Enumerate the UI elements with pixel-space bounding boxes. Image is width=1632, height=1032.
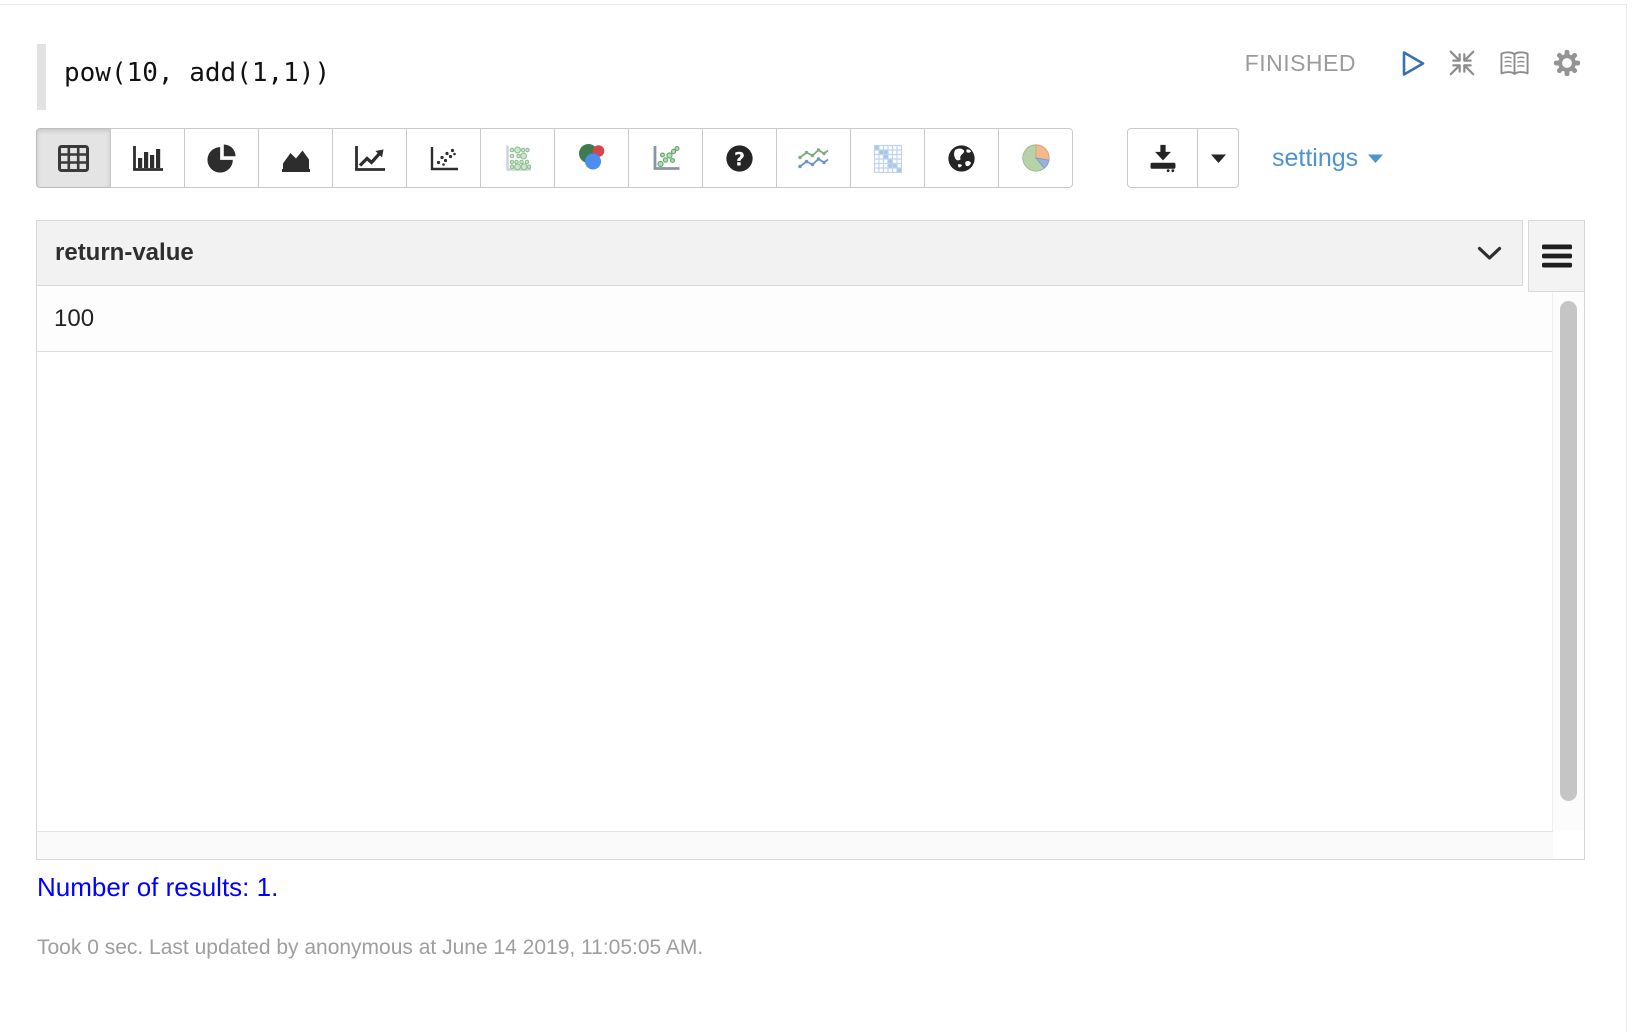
gear-button[interactable]	[1552, 48, 1582, 78]
book-icon	[1498, 49, 1531, 78]
viz-button-heatmap-matrix[interactable]	[850, 128, 925, 188]
viz-button-area-chart[interactable]	[258, 128, 333, 188]
table-menu-button[interactable]	[1528, 220, 1585, 292]
code-editor[interactable]: pow(10, add(1,1))	[37, 44, 330, 110]
help-icon: ?	[725, 144, 754, 173]
vertical-scrollbar[interactable]	[1552, 293, 1584, 831]
table-icon	[58, 145, 89, 172]
column-header-return-value[interactable]: return-value	[36, 220, 1523, 286]
collapse-icon	[1447, 48, 1477, 78]
viz-button-pastel-pie-chart[interactable]	[998, 128, 1073, 188]
viz-button-scatter-chart[interactable]	[406, 128, 481, 188]
paragraph-footer: Took 0 sec. Last updated by anonymous at…	[37, 936, 703, 960]
results-summary: Number of results: 1.	[37, 872, 278, 903]
viz-button-globe-map[interactable]	[924, 128, 999, 188]
vertical-scrollbar-thumb[interactable]	[1560, 301, 1577, 801]
settings-label: settings	[1272, 144, 1358, 173]
scatter-chart-icon	[429, 145, 459, 172]
chevron-down-icon	[1477, 246, 1502, 261]
viz-button-pie-chart[interactable]	[184, 128, 259, 188]
viz-toolbar: ?	[36, 128, 1073, 188]
viz-button-help[interactable]: ?	[702, 128, 777, 188]
run-icon	[1401, 49, 1426, 78]
column-chevron-control[interactable]	[1477, 246, 1502, 261]
download-button[interactable]	[1127, 128, 1198, 188]
gear-icon	[1552, 48, 1582, 78]
venn-diagram-icon	[577, 143, 607, 173]
bubble-chart-icon	[651, 144, 681, 172]
bar-chart-icon	[132, 145, 163, 172]
viz-button-line-chart[interactable]	[332, 128, 407, 188]
table-cell: 100	[54, 305, 94, 333]
code-line[interactable]: pow(10, add(1,1))	[46, 44, 330, 110]
download-caret-button[interactable]	[1197, 128, 1239, 188]
horizontal-scrollbar[interactable]	[37, 831, 1553, 859]
dot-matrix-icon	[503, 144, 533, 172]
run-button[interactable]	[1401, 49, 1426, 78]
viz-button-multi-line-chart[interactable]	[776, 128, 851, 188]
table-row: 100	[37, 286, 1553, 352]
caret-down-icon	[1210, 153, 1227, 164]
settings-caret-icon	[1367, 153, 1384, 164]
globe-icon	[947, 144, 976, 173]
viz-button-dot-matrix[interactable]	[480, 128, 555, 188]
viz-button-venn-diagram[interactable]	[554, 128, 629, 188]
book-button[interactable]	[1498, 49, 1531, 78]
download-icon	[1148, 143, 1178, 173]
result-table: return-value 100	[36, 220, 1585, 860]
heatmap-matrix-icon	[873, 144, 902, 173]
paragraph-controls: FINISHED	[1245, 44, 1582, 82]
viz-button-bubble-chart[interactable]	[628, 128, 703, 188]
pie-chart-icon	[207, 144, 236, 173]
viz-button-table[interactable]	[36, 128, 111, 188]
editor-gutter	[37, 44, 46, 110]
svg-text:?: ?	[734, 148, 745, 170]
collapse-button[interactable]	[1447, 48, 1477, 78]
hamburger-icon	[1542, 244, 1572, 268]
download-group	[1127, 128, 1239, 188]
settings-link[interactable]: settings	[1272, 128, 1384, 188]
multi-line-chart-icon	[797, 145, 830, 171]
column-header-label: return-value	[55, 239, 194, 267]
table-body: 100	[36, 286, 1585, 860]
pastel-pie-chart-icon	[1021, 143, 1051, 173]
area-chart-icon	[280, 145, 311, 172]
viz-button-bar-chart[interactable]	[110, 128, 185, 188]
line-chart-icon	[354, 145, 385, 172]
zeppelin-paragraph: pow(10, add(1,1)) FINISHED	[0, 0, 1632, 1032]
status-badge: FINISHED	[1245, 50, 1356, 77]
